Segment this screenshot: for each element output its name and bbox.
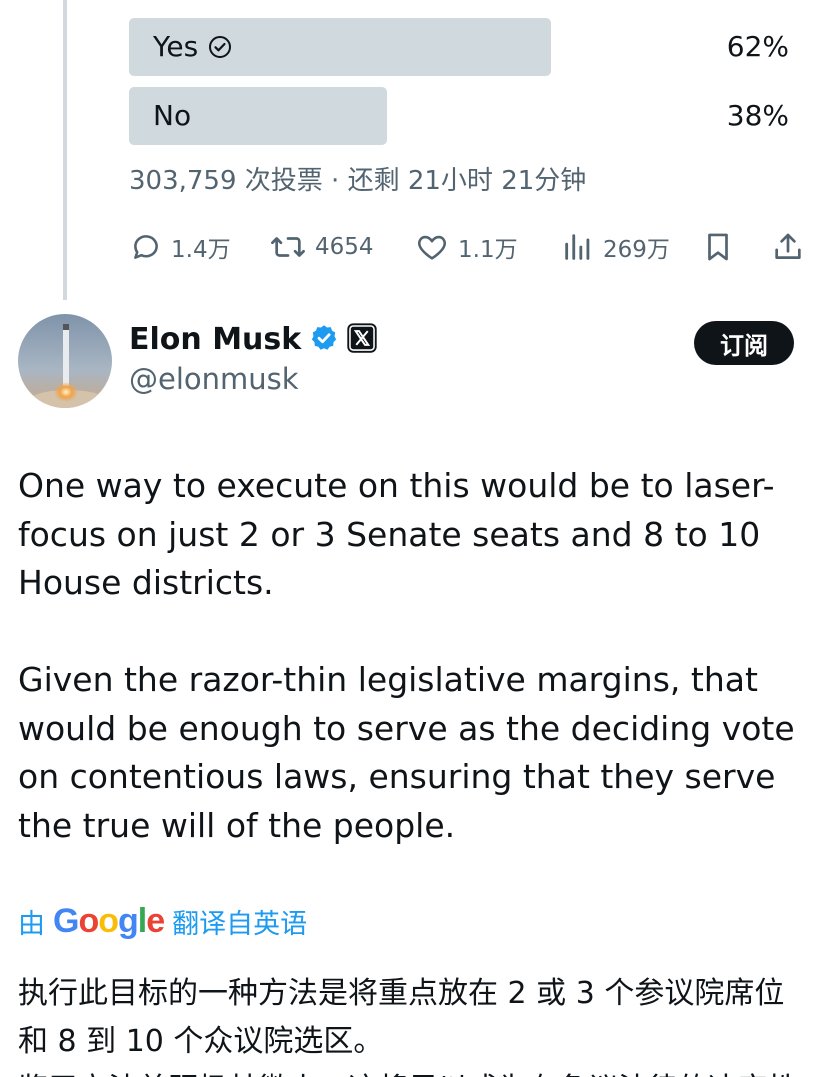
poll-option-label: No (153, 87, 191, 145)
retweet-button[interactable]: 4654 (269, 224, 374, 270)
share-icon (775, 233, 801, 259)
google-logo-icon: Google (53, 902, 165, 940)
like-count: 1.1万 (458, 237, 518, 263)
retweet-count: 4654 (315, 234, 374, 260)
author-handle[interactable]: @elonmusk (129, 362, 299, 396)
poll-option-yes: Yes 62% (129, 18, 789, 76)
reply-count: 1.4万 (171, 237, 231, 263)
avatar[interactable] (18, 314, 112, 408)
poll-option-no: No 38% (129, 87, 789, 145)
translation-suffix: 翻译自英语 (172, 909, 308, 940)
translated-text-next-line: 鉴于立法差距极其微小，这将足以成为有争议法律的决定性一票，确保它们体现人民的真实… (18, 1066, 808, 1077)
poll-option-no-percent: 38% (726, 99, 789, 132)
poll-option-yes-percent: 62% (726, 30, 789, 63)
analytics-icon (565, 234, 590, 260)
thread-connector-line (63, 0, 67, 300)
author-name-row: Elon Musk (129, 322, 377, 357)
tweet-paragraph-2: Given the razor-thin legislative margins… (18, 660, 795, 845)
reply-icon (134, 235, 158, 259)
display-name[interactable]: Elon Musk (129, 322, 301, 357)
translated-text: 执行此目标的一种方法是将重点放在 2 或 3 个参议院席位和 8 到 10 个众… (18, 976, 785, 1059)
retweet-icon (271, 237, 305, 257)
poll-option-yes-label: Yes (153, 30, 199, 63)
translation-attribution[interactable]: 由 Google 翻译自英语 (18, 902, 307, 941)
reply-button[interactable]: 1.4万 (129, 224, 231, 270)
heart-icon (418, 235, 446, 260)
share-button[interactable] (771, 224, 805, 270)
views-button[interactable]: 269万 (561, 224, 670, 270)
translation-prefix: 由 (18, 909, 45, 940)
poll-option-label: Yes (153, 18, 232, 76)
tweet-paragraph-1: One way to execute on this would be to l… (18, 466, 775, 602)
bookmark-icon (708, 233, 728, 261)
bookmark-button[interactable] (701, 224, 735, 270)
verified-badge-icon (309, 323, 339, 357)
rocket-launch-image (18, 314, 112, 408)
like-button[interactable]: 1.1万 (414, 224, 518, 270)
tweet-action-bar: 1.4万 4654 1.1万 269万 (129, 224, 809, 270)
subscribe-button[interactable]: 订阅 (694, 321, 794, 365)
poll-option-no-label: No (153, 99, 192, 132)
x-affiliate-badge-icon (347, 322, 377, 357)
poll-meta: 303,759 次投票 · 还剩 21小时 21分钟 (129, 166, 587, 196)
view-count: 269万 (603, 237, 670, 263)
check-circle-icon (208, 35, 232, 59)
